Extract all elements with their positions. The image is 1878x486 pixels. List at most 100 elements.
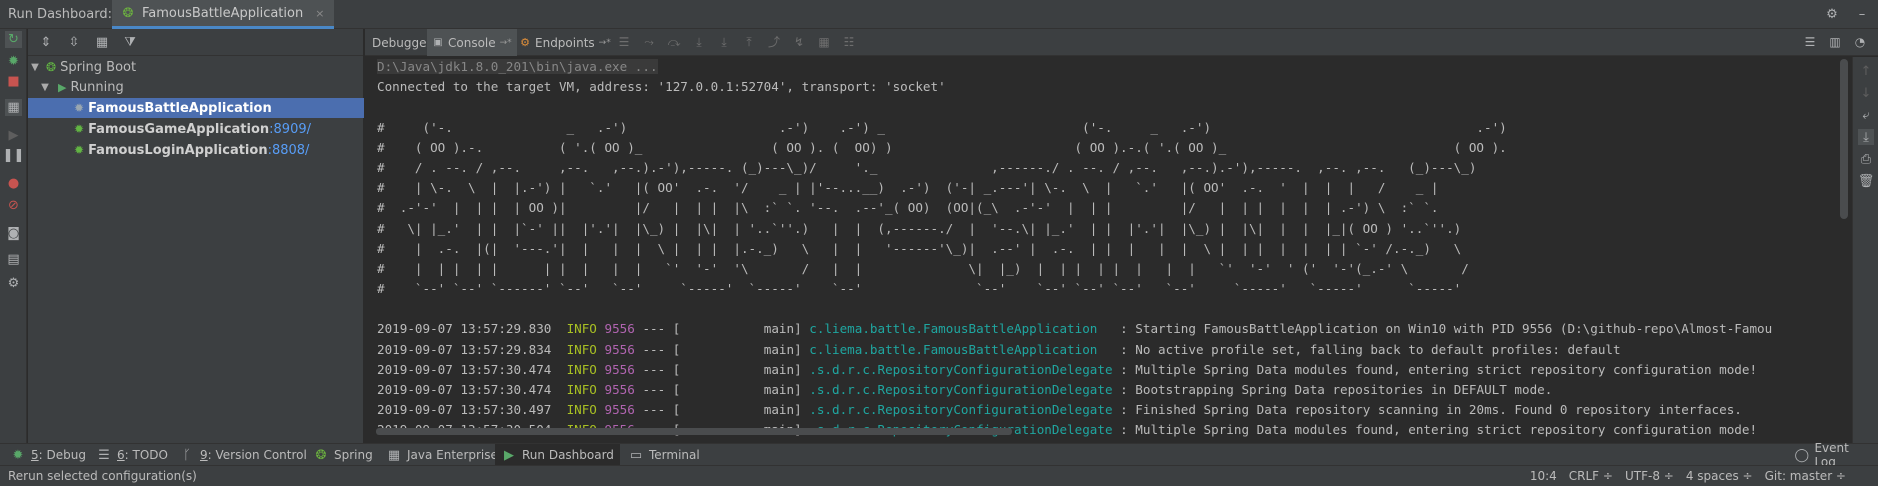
command-line[interactable]: D:\Java\jdk1.8.0_201\bin\java.exe ... — [377, 59, 658, 74]
indent-setting[interactable]: 4 spaces ÷ — [1686, 469, 1753, 483]
tab-famous-battle-application[interactable]: ❂ FamousBattleApplication × — [112, 0, 335, 29]
tab-terminal[interactable]: ▭ Terminal — [622, 444, 706, 466]
drop-frame-icon[interactable]: ⤴ — [766, 34, 782, 50]
step-into-icon[interactable]: ⤓ — [691, 34, 707, 50]
evaluate-expression-icon[interactable]: ▦ — [816, 34, 832, 50]
tree-item-famous-battle[interactable]: ✹ FamousBattleApplication — [28, 98, 364, 118]
tab-todo[interactable]: ☰ 6: TODO — [90, 444, 174, 466]
tab-java-enterprise[interactable]: ▦ Java Enterprise — [380, 444, 504, 466]
tree-node-spring-boot[interactable]: ▼ ❂ Spring Boot — [28, 57, 364, 77]
tree-node-running[interactable]: ▼ ▶ Running — [28, 77, 364, 97]
horizontal-scrollbar[interactable] — [376, 428, 1012, 435]
layout-icon[interactable]: ▤ — [5, 251, 22, 268]
log-logger[interactable]: c.liema.battle.FamousBattleApplication — [809, 321, 1112, 336]
pin-icon[interactable]: →* — [500, 38, 512, 48]
banner-line: # | .-. |(| '---.'| | | | \ | | | |.-._)… — [377, 240, 1462, 256]
run-to-cursor-icon[interactable]: ↯ — [791, 34, 807, 50]
event-log-button[interactable]: ◯ Event Log — [1788, 441, 1878, 469]
memory-icon[interactable]: ◔ — [1852, 34, 1868, 50]
scroll-to-end-icon[interactable]: ⤓ — [1858, 129, 1874, 145]
log-pid: 9556 — [604, 361, 635, 377]
port-link[interactable]: :8808/ — [268, 143, 310, 158]
stop-icon[interactable]: ■ — [5, 73, 22, 90]
expand-arrow-icon[interactable]: ▼ — [38, 82, 52, 93]
expand-arrow-icon[interactable]: ▼ — [28, 62, 42, 73]
camera-icon[interactable]: ◙ — [5, 225, 22, 242]
resume-icon[interactable]: ▶ — [5, 127, 22, 144]
force-step-into-icon[interactable]: ⤓ — [716, 34, 732, 50]
soft-wrap-icon[interactable]: ⤶ — [1858, 107, 1874, 123]
line-separator[interactable]: CRLF ÷ — [1569, 469, 1613, 483]
log-thread: --- [ main] — [642, 402, 802, 418]
port-link[interactable]: :8909/ — [269, 122, 311, 137]
tab-label: Run Dashboard — [522, 448, 614, 462]
log-thread: --- [ main] — [642, 361, 802, 377]
log-pid: 9556 — [604, 321, 635, 337]
settings-icon[interactable]: ⚙ — [5, 275, 22, 292]
spring-boot-app-icon: ✹ — [74, 122, 85, 136]
log-logger[interactable]: c.liema.battle.FamousBattleApplication — [809, 342, 1112, 357]
list-icon[interactable]: ☰ — [1802, 34, 1818, 50]
console-panel: Debugger ▣ Console →* ⚙ Endpoints →* ☰ ⤳… — [365, 29, 1878, 443]
step-over-icon[interactable]: ⤼ — [666, 34, 682, 50]
tab-label: Console — [448, 35, 496, 50]
pin-icon[interactable]: →* — [599, 38, 611, 48]
status-bar: Rerun selected configuration(s) 10:4 CRL… — [0, 465, 1878, 486]
log-message: : No active profile set, falling back to… — [1112, 341, 1621, 357]
step-out-icon[interactable]: ⤒ — [741, 34, 757, 50]
git-branch[interactable]: Git: master ÷ — [1765, 469, 1846, 483]
tab-debugger[interactable]: Debugger — [367, 29, 436, 56]
run-dashboard-tree-panel: ⇕ ⇳ ▦ ⧩ ▼ ❂ Spring Boot ▼ ▶ Running ✹ Fa… — [28, 29, 364, 443]
log-timestamp: 2019-09-07 13:57:30.497 — [377, 402, 552, 418]
spring-boot-app-icon: ✹ — [74, 143, 85, 157]
expand-all-icon[interactable]: ⇕ — [38, 34, 54, 50]
tab-version-control[interactable]: ᚴ 9: Version Control — [173, 444, 313, 466]
tab-run-dashboard[interactable]: ▶ Run Dashboard — [495, 444, 620, 466]
debug-icon: ✹ — [12, 447, 24, 463]
log-level: INFO — [566, 321, 597, 337]
group-by-icon[interactable]: ▦ — [94, 34, 110, 50]
left-tool-stripe: ↻ ✹ ■ ▦ ▶ ❚❚ ● ⊘ ◙ ▤ ⚙ — [0, 29, 27, 443]
restore-layout-icon[interactable]: ▦ — [5, 99, 22, 116]
mute-breakpoints-icon[interactable]: ⊘ — [5, 197, 22, 214]
show-execution-point-icon[interactable]: ⤳ — [641, 34, 657, 50]
gear-icon[interactable]: ⚙ — [1824, 6, 1840, 22]
print-icon[interactable]: ⎙ — [1858, 151, 1874, 167]
tab-endpoints[interactable]: ⚙ Endpoints →* — [514, 29, 616, 56]
scroll-thumb[interactable] — [1840, 59, 1848, 219]
view-breakpoints-icon[interactable]: ● — [5, 175, 22, 192]
up-arrow-icon[interactable]: ↑ — [1858, 63, 1874, 79]
log-timestamp: 2019-09-07 13:57:30.474 — [377, 382, 552, 397]
down-arrow-icon[interactable]: ↓ — [1858, 85, 1874, 101]
log-logger[interactable]: .s.d.r.c.RepositoryConfigurationDelegate — [809, 382, 1112, 397]
debug-icon[interactable]: ✹ — [5, 53, 22, 70]
log-logger[interactable]: .s.d.r.c.RepositoryConfigurationDelegate — [809, 402, 1112, 417]
vertical-scrollbar[interactable] — [1837, 57, 1851, 443]
menu-icon[interactable]: ☰ — [616, 34, 632, 50]
log-message: : Multiple Spring Data modules found, en… — [1112, 361, 1758, 377]
layout-settings-icon[interactable]: ▥ — [1827, 34, 1843, 50]
log-thread: --- [ main] — [642, 341, 802, 357]
banner-line: # `--' `--' `------' `--' `--' `-----' `… — [377, 281, 1462, 297]
trace-icon[interactable]: ☷ — [841, 34, 857, 50]
caret-position[interactable]: 10:4 — [1530, 469, 1557, 483]
collapse-all-icon[interactable]: ⇳ — [66, 34, 82, 50]
file-encoding[interactable]: UTF-8 ÷ — [1625, 469, 1674, 483]
pause-icon[interactable]: ❚❚ — [3, 147, 25, 164]
tab-console[interactable]: ▣ Console →* — [427, 29, 517, 56]
tab-spring[interactable]: ❂ Spring — [307, 444, 379, 466]
tab-debug[interactable]: ✹ 5: Debug — [4, 444, 92, 466]
hide-icon[interactable]: – — [1854, 6, 1870, 22]
console-output[interactable]: D:\Java\jdk1.8.0_201\bin\java.exe ... Co… — [365, 57, 1837, 443]
trash-icon[interactable]: 🗑 — [1858, 173, 1875, 189]
rerun-icon[interactable]: ↻ — [5, 31, 22, 48]
tree-item-famous-game[interactable]: ✹ FamousGameApplication :8909/ — [28, 119, 364, 139]
log-timestamp: 2019-09-07 13:57:29.834 — [377, 341, 552, 357]
log-line: 2019-09-07 13:57:29.830 INFO 9556 --- [ … — [365, 319, 1837, 339]
close-icon[interactable]: × — [315, 7, 324, 20]
log-logger[interactable]: .s.d.r.c.RepositoryConfigurationDelegate — [809, 362, 1112, 377]
tab-number: 9 — [200, 448, 208, 462]
tree-item-famous-login[interactable]: ✹ FamousLoginApplication :8808/ — [28, 140, 364, 160]
filter-icon[interactable]: ⧩ — [122, 34, 138, 50]
